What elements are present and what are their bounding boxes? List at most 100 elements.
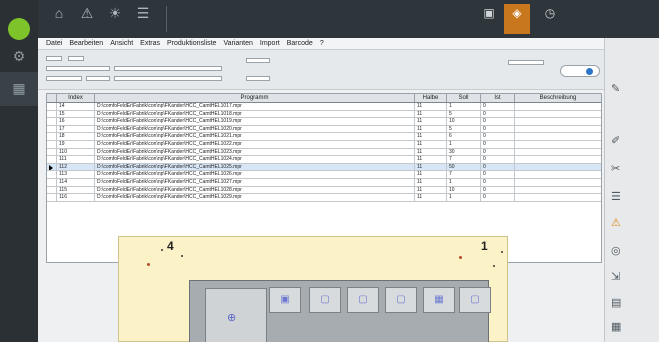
cell-program[interactable]: D:\comfoFeldEr\Fabrik\con\np\FKander\HCC… xyxy=(95,118,415,125)
cell-program[interactable]: D:\comfoFeldEr\Fabrik\con\np\FKander\HCC… xyxy=(95,148,415,156)
table-row[interactable]: 18 D:\comfoFeldEr\Fabrik\con\np\FKander\H… xyxy=(47,133,601,141)
cell-index[interactable]: 14 xyxy=(57,103,95,110)
menu-help[interactable]: ? xyxy=(320,40,324,47)
cell-program[interactable]: D:\comfoFeldEr\Fabrik\con\np\FKander\HCC… xyxy=(95,194,415,201)
cell-ist[interactable]: 0 xyxy=(481,186,515,194)
search-input[interactable] xyxy=(560,65,600,77)
filter-field[interactable] xyxy=(246,58,270,63)
header-description[interactable]: Beschreibung xyxy=(515,94,601,102)
cell-ist[interactable]: 0 xyxy=(481,178,515,186)
cell-program[interactable]: D:\comfoFeldEr\Fabrik\con\np\FKander\HCC… xyxy=(95,171,415,178)
cell-program[interactable]: D:\comfoFeldEr\Fabrik\con\np\FKander\HCC… xyxy=(95,178,415,186)
toolbar-view-button[interactable]: ▣ xyxy=(478,4,500,34)
tool-button[interactable]: ✂ xyxy=(611,162,656,186)
cell-soll[interactable]: 50 xyxy=(447,163,481,171)
tool-button[interactable]: ☰ xyxy=(611,190,656,214)
toolbar-light-button[interactable]: ☀ xyxy=(104,4,126,32)
cell-soll[interactable]: 1 xyxy=(447,103,481,110)
cell-soll[interactable]: 30 xyxy=(447,148,481,156)
table-row[interactable]: 112 D:\comfoFeldEr\Fabrik\con\np\FKander\… xyxy=(47,163,601,172)
cell-soll[interactable]: 5 xyxy=(447,125,481,133)
table-row[interactable]: 111 D:\comfoFeldEr\Fabrik\con\np\FKander\… xyxy=(47,156,601,164)
grid-icon[interactable]: ▦ xyxy=(9,78,29,98)
cell-index[interactable]: 16 xyxy=(57,118,95,125)
suction-cup[interactable]: ▦ xyxy=(423,287,455,313)
cell-halbe[interactable]: 11 xyxy=(415,140,447,148)
cell-halbe[interactable]: 11 xyxy=(415,133,447,140)
suction-cup[interactable]: ▢ xyxy=(309,287,341,313)
cell-index[interactable]: 113 xyxy=(57,171,95,178)
cell-soll[interactable]: 1 xyxy=(447,140,481,148)
filter-field[interactable] xyxy=(114,76,222,81)
cell-ist[interactable]: 0 xyxy=(481,148,515,156)
cell-halbe[interactable]: 11 xyxy=(415,110,447,118)
menu-bearbeiten[interactable]: Bearbeiten xyxy=(69,40,103,47)
filter-field[interactable] xyxy=(114,66,222,71)
menu-ansicht[interactable]: Ansicht xyxy=(110,40,133,47)
cell-halbe[interactable]: 11 xyxy=(415,186,447,194)
filter-field[interactable] xyxy=(246,76,270,81)
cell-halbe[interactable]: 11 xyxy=(415,148,447,156)
toolbar-warning-button[interactable]: ⚠ xyxy=(76,4,98,32)
cell-index[interactable]: 111 xyxy=(57,156,95,163)
table-row[interactable]: 110 D:\comfoFeldEr\Fabrik\con\np\FKander\… xyxy=(47,148,601,157)
cell-halbe[interactable]: 11 xyxy=(415,178,447,186)
cell-halbe[interactable]: 11 xyxy=(415,156,447,163)
menu-barcode[interactable]: Barcode xyxy=(287,40,313,47)
menu-datei[interactable]: Datei xyxy=(46,40,62,47)
cell-program[interactable]: D:\comfoFeldEr\Fabrik\con\np\FKander\HCC… xyxy=(95,103,415,110)
table-row[interactable]: 16 D:\comfoFeldEr\Fabrik\con\np\FKander\H… xyxy=(47,118,601,126)
tool-button[interactable]: ▦ xyxy=(611,320,656,342)
cell-soll[interactable]: 7 xyxy=(447,171,481,178)
header-soll[interactable]: Soll xyxy=(447,94,481,102)
cell-ist[interactable]: 0 xyxy=(481,163,515,171)
cell-index[interactable]: 19 xyxy=(57,140,95,148)
cell-ist[interactable]: 0 xyxy=(481,140,515,148)
tool-button[interactable]: ⚠ xyxy=(611,216,656,240)
cell-index[interactable]: 15 xyxy=(57,110,95,118)
cell-halbe[interactable]: 11 xyxy=(415,103,447,110)
header-ist[interactable]: Ist xyxy=(481,94,515,102)
cell-program[interactable]: D:\comfoFeldEr\Fabrik\con\np\FKander\HCC… xyxy=(95,140,415,148)
filter-field[interactable] xyxy=(508,60,544,65)
toolbar-home-button[interactable]: ⌂ xyxy=(48,4,70,32)
cell-program[interactable]: D:\comfoFeldEr\Fabrik\con\np\FKander\HCC… xyxy=(95,125,415,133)
cell-ist[interactable]: 0 xyxy=(481,156,515,163)
cell-halbe[interactable]: 11 xyxy=(415,194,447,201)
header-program[interactable]: Programm xyxy=(95,94,415,102)
cell-index[interactable]: 112 xyxy=(57,163,95,171)
cell-halbe[interactable]: 11 xyxy=(415,125,447,133)
cell-index[interactable]: 18 xyxy=(57,133,95,140)
table-row[interactable]: 116 D:\comfoFeldEr\Fabrik\con\np\FKander\… xyxy=(47,194,601,202)
cell-index[interactable]: 17 xyxy=(57,125,95,133)
toolbar-program-button[interactable]: ☰ xyxy=(132,4,154,32)
cell-soll[interactable]: 1 xyxy=(447,178,481,186)
suction-cup[interactable]: ▢ xyxy=(459,287,491,313)
cell-program[interactable]: D:\comfoFeldEr\Fabrik\con\np\FKander\HCC… xyxy=(95,133,415,140)
cell-soll[interactable]: 10 xyxy=(447,118,481,125)
menu-produktionsliste[interactable]: Produktionsliste xyxy=(167,40,216,47)
tool-button[interactable]: ✐ xyxy=(611,134,656,158)
filter-field[interactable] xyxy=(46,66,110,71)
cell-ist[interactable]: 0 xyxy=(481,171,515,178)
cell-soll[interactable]: 6 xyxy=(447,133,481,140)
power-icon[interactable] xyxy=(8,18,30,40)
cell-halbe[interactable]: 11 xyxy=(415,171,447,178)
cell-index[interactable]: 110 xyxy=(57,148,95,156)
table-row[interactable]: 15 D:\comfoFeldEr\Fabrik\con\np\FKander\H… xyxy=(47,110,601,119)
cell-halbe[interactable]: 11 xyxy=(415,163,447,171)
menu-varianten[interactable]: Varianten xyxy=(223,40,252,47)
cell-ist[interactable]: 0 xyxy=(481,133,515,140)
cell-program[interactable]: D:\comfoFeldEr\Fabrik\con\np\FKander\HCC… xyxy=(95,156,415,163)
cell-soll[interactable]: 1 xyxy=(447,194,481,201)
cell-halbe[interactable]: 11 xyxy=(415,118,447,125)
filter-field[interactable] xyxy=(68,56,84,61)
cell-ist[interactable]: 0 xyxy=(481,103,515,110)
cell-program[interactable]: D:\comfoFeldEr\Fabrik\con\np\FKander\HCC… xyxy=(95,110,415,118)
header-index[interactable]: Index xyxy=(57,94,95,102)
cell-index[interactable]: 116 xyxy=(57,194,95,201)
header-halbe[interactable]: Halbe xyxy=(415,94,447,102)
cell-ist[interactable]: 0 xyxy=(481,125,515,133)
table-row[interactable]: 115 D:\comfoFeldEr\Fabrik\con\np\FKander\… xyxy=(47,186,601,195)
toolbar-clock-button[interactable]: ◷ xyxy=(536,4,564,34)
